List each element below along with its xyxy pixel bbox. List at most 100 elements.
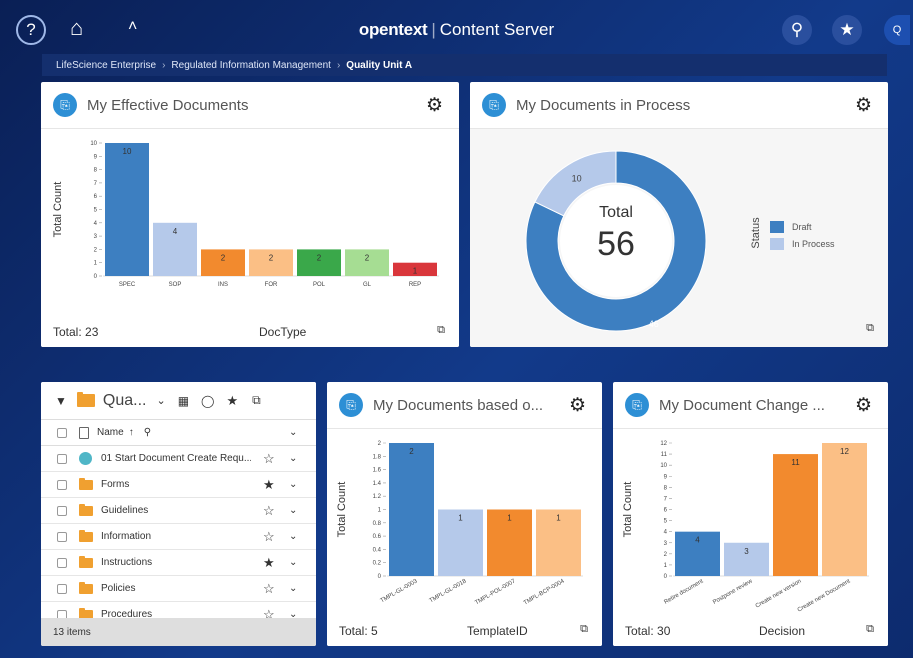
document-change-chart: Total Count01234567891011124Retire docum…	[622, 441, 869, 614]
chevron-down-icon[interactable]: ⌄	[289, 479, 297, 490]
open-external-icon[interactable]: ⧉	[437, 324, 445, 337]
y-tick-label: 9	[664, 474, 668, 480]
open-external-icon[interactable]: ⧉	[252, 393, 261, 408]
item-name[interactable]: Policies	[101, 583, 251, 594]
favorite-star-icon[interactable]: ☆	[263, 451, 275, 467]
folder-icon	[79, 581, 93, 594]
legend-title: Status	[750, 217, 762, 249]
y-tick-label: 0.4	[373, 547, 382, 553]
effective-documents-tile: ⎘ My Effective Documents ⚙ Total Count 0 1…	[41, 82, 459, 347]
y-tick-label: 3	[664, 541, 668, 547]
user-initial: Q	[892, 24, 902, 36]
tile-header: ⎘ My Documents in Process ⚙	[470, 82, 888, 128]
list-item[interactable]: Policies ☆ ⌄	[41, 576, 316, 602]
item-name[interactable]: 01 Start Document Create Requ...	[101, 453, 251, 464]
favorite-star-icon[interactable]: ★	[263, 477, 275, 493]
slice-label: 10	[572, 173, 582, 183]
total-count: Total: 5	[339, 624, 378, 638]
breadcrumb-item[interactable]: LifeScience Enterprise	[56, 60, 156, 71]
list-item[interactable]: Guidelines ☆ ⌄	[41, 498, 316, 524]
breadcrumb-item[interactable]: Regulated Information Management	[171, 60, 331, 71]
x-axis-title: DocType	[259, 325, 307, 339]
tile-body: Total Count 0 1 2 3 4 5 6 7 8 9 10 10 SPEC 4 SOP 2 INS 2 FO…	[41, 128, 459, 347]
row-checkbox[interactable]	[57, 505, 67, 516]
sort-ascending-icon[interactable]: ↑	[129, 427, 134, 438]
y-tick-label: 2	[664, 552, 668, 558]
list-item[interactable]: Instructions ★ ⌄	[41, 550, 316, 576]
tile-header: ⎘ My Effective Documents ⚙	[41, 82, 459, 128]
list-item[interactable]: Forms ★ ⌄	[41, 472, 316, 498]
user-avatar[interactable]: Q	[884, 15, 910, 45]
data-label: 1	[507, 514, 512, 523]
x-tick-label: SPEC	[119, 282, 136, 288]
filter-icon[interactable]: ▼	[55, 394, 67, 408]
folder-icon	[79, 477, 93, 490]
comment-icon[interactable]: ◯	[201, 394, 214, 408]
grid-view-icon[interactable]: ▦	[178, 394, 189, 408]
data-label: 1	[458, 514, 463, 523]
chevron-down-icon[interactable]: ⌄	[289, 505, 297, 516]
list-item[interactable]: 01 Start Document Create Requ... ☆ ⌄	[41, 446, 316, 472]
chevron-down-icon[interactable]: ⌄	[289, 453, 297, 464]
search-button[interactable]: ⚲	[782, 15, 812, 45]
data-label: 12	[840, 447, 849, 456]
y-tick-label: 1	[94, 261, 98, 267]
gear-icon[interactable]: ⚙	[855, 94, 872, 117]
item-name[interactable]: Guidelines	[101, 505, 251, 516]
select-all-checkbox[interactable]	[57, 427, 67, 438]
row-checkbox[interactable]	[57, 453, 67, 464]
item-name[interactable]: Instructions	[101, 557, 251, 568]
effective-documents-chart: Total Count 0 1 2 3 4 5 6 7 8 9 10 10 SPEC 4 SOP 2 INS 2 FO…	[52, 141, 439, 288]
data-label: 2	[409, 447, 414, 456]
y-tick-label: 4	[94, 221, 98, 227]
y-tick-label: 0.8	[373, 521, 382, 527]
x-tick-label: Postpone review	[712, 578, 754, 606]
data-label: 10	[123, 147, 132, 156]
y-tick-label: 3	[94, 234, 98, 240]
folder-icon	[79, 555, 93, 568]
gear-icon[interactable]: ⚙	[569, 394, 586, 417]
favorite-star-icon[interactable]: ★	[263, 555, 275, 571]
row-checkbox[interactable]	[57, 583, 67, 594]
tile-body: 46 10 Total 56 Status Draft In Process	[470, 128, 888, 347]
chevron-down-icon[interactable]: ⌄	[289, 557, 297, 568]
center-label: Total	[599, 204, 633, 221]
search-icon[interactable]: ⚲	[144, 427, 151, 438]
bar	[389, 443, 434, 576]
y-tick-label: 8	[664, 485, 668, 491]
product-name: Content Server	[439, 20, 555, 39]
open-external-icon[interactable]: ⧉	[866, 322, 874, 335]
favorite-star-icon[interactable]: ☆	[263, 581, 275, 597]
item-name[interactable]: Information	[101, 531, 251, 542]
row-checkbox[interactable]	[57, 479, 67, 490]
row-checkbox[interactable]	[57, 557, 67, 568]
open-external-icon[interactable]: ⧉	[580, 623, 588, 636]
item-count: 13 items	[53, 626, 91, 638]
item-name[interactable]: Forms	[101, 479, 251, 490]
y-tick-label: 1.2	[373, 494, 382, 500]
breadcrumb-current: Quality Unit A	[346, 59, 413, 71]
name-column-header[interactable]: Name	[97, 427, 124, 438]
favorites-button[interactable]: ★	[832, 15, 862, 45]
x-tick-label: REP	[409, 282, 421, 288]
favorite-star-icon[interactable]: ☆	[263, 503, 275, 519]
gear-icon[interactable]: ⚙	[855, 394, 872, 417]
open-external-icon[interactable]: ⧉	[866, 623, 874, 636]
slice-label: 46	[649, 319, 659, 329]
folder-title[interactable]: Qua...	[103, 392, 147, 410]
x-tick-label: GL	[363, 282, 372, 288]
y-tick-label: 12	[660, 441, 667, 447]
legend-label: Draft	[792, 222, 812, 232]
list-item[interactable]: Information ☆ ⌄	[41, 524, 316, 550]
x-tick-label: Create new Document	[797, 578, 852, 613]
star-icon[interactable]: ★	[226, 393, 238, 409]
chevron-down-icon[interactable]: ⌄	[156, 394, 165, 407]
gear-icon[interactable]: ⚙	[426, 94, 443, 117]
chevron-down-icon[interactable]: ⌄	[289, 427, 297, 438]
row-checkbox[interactable]	[57, 531, 67, 542]
chevron-down-icon[interactable]: ⌄	[289, 583, 297, 594]
x-axis-title: Decision	[759, 624, 806, 638]
chevron-down-icon[interactable]: ⌄	[289, 531, 297, 542]
favorite-star-icon[interactable]: ☆	[263, 529, 275, 545]
data-label: 4	[695, 536, 700, 545]
